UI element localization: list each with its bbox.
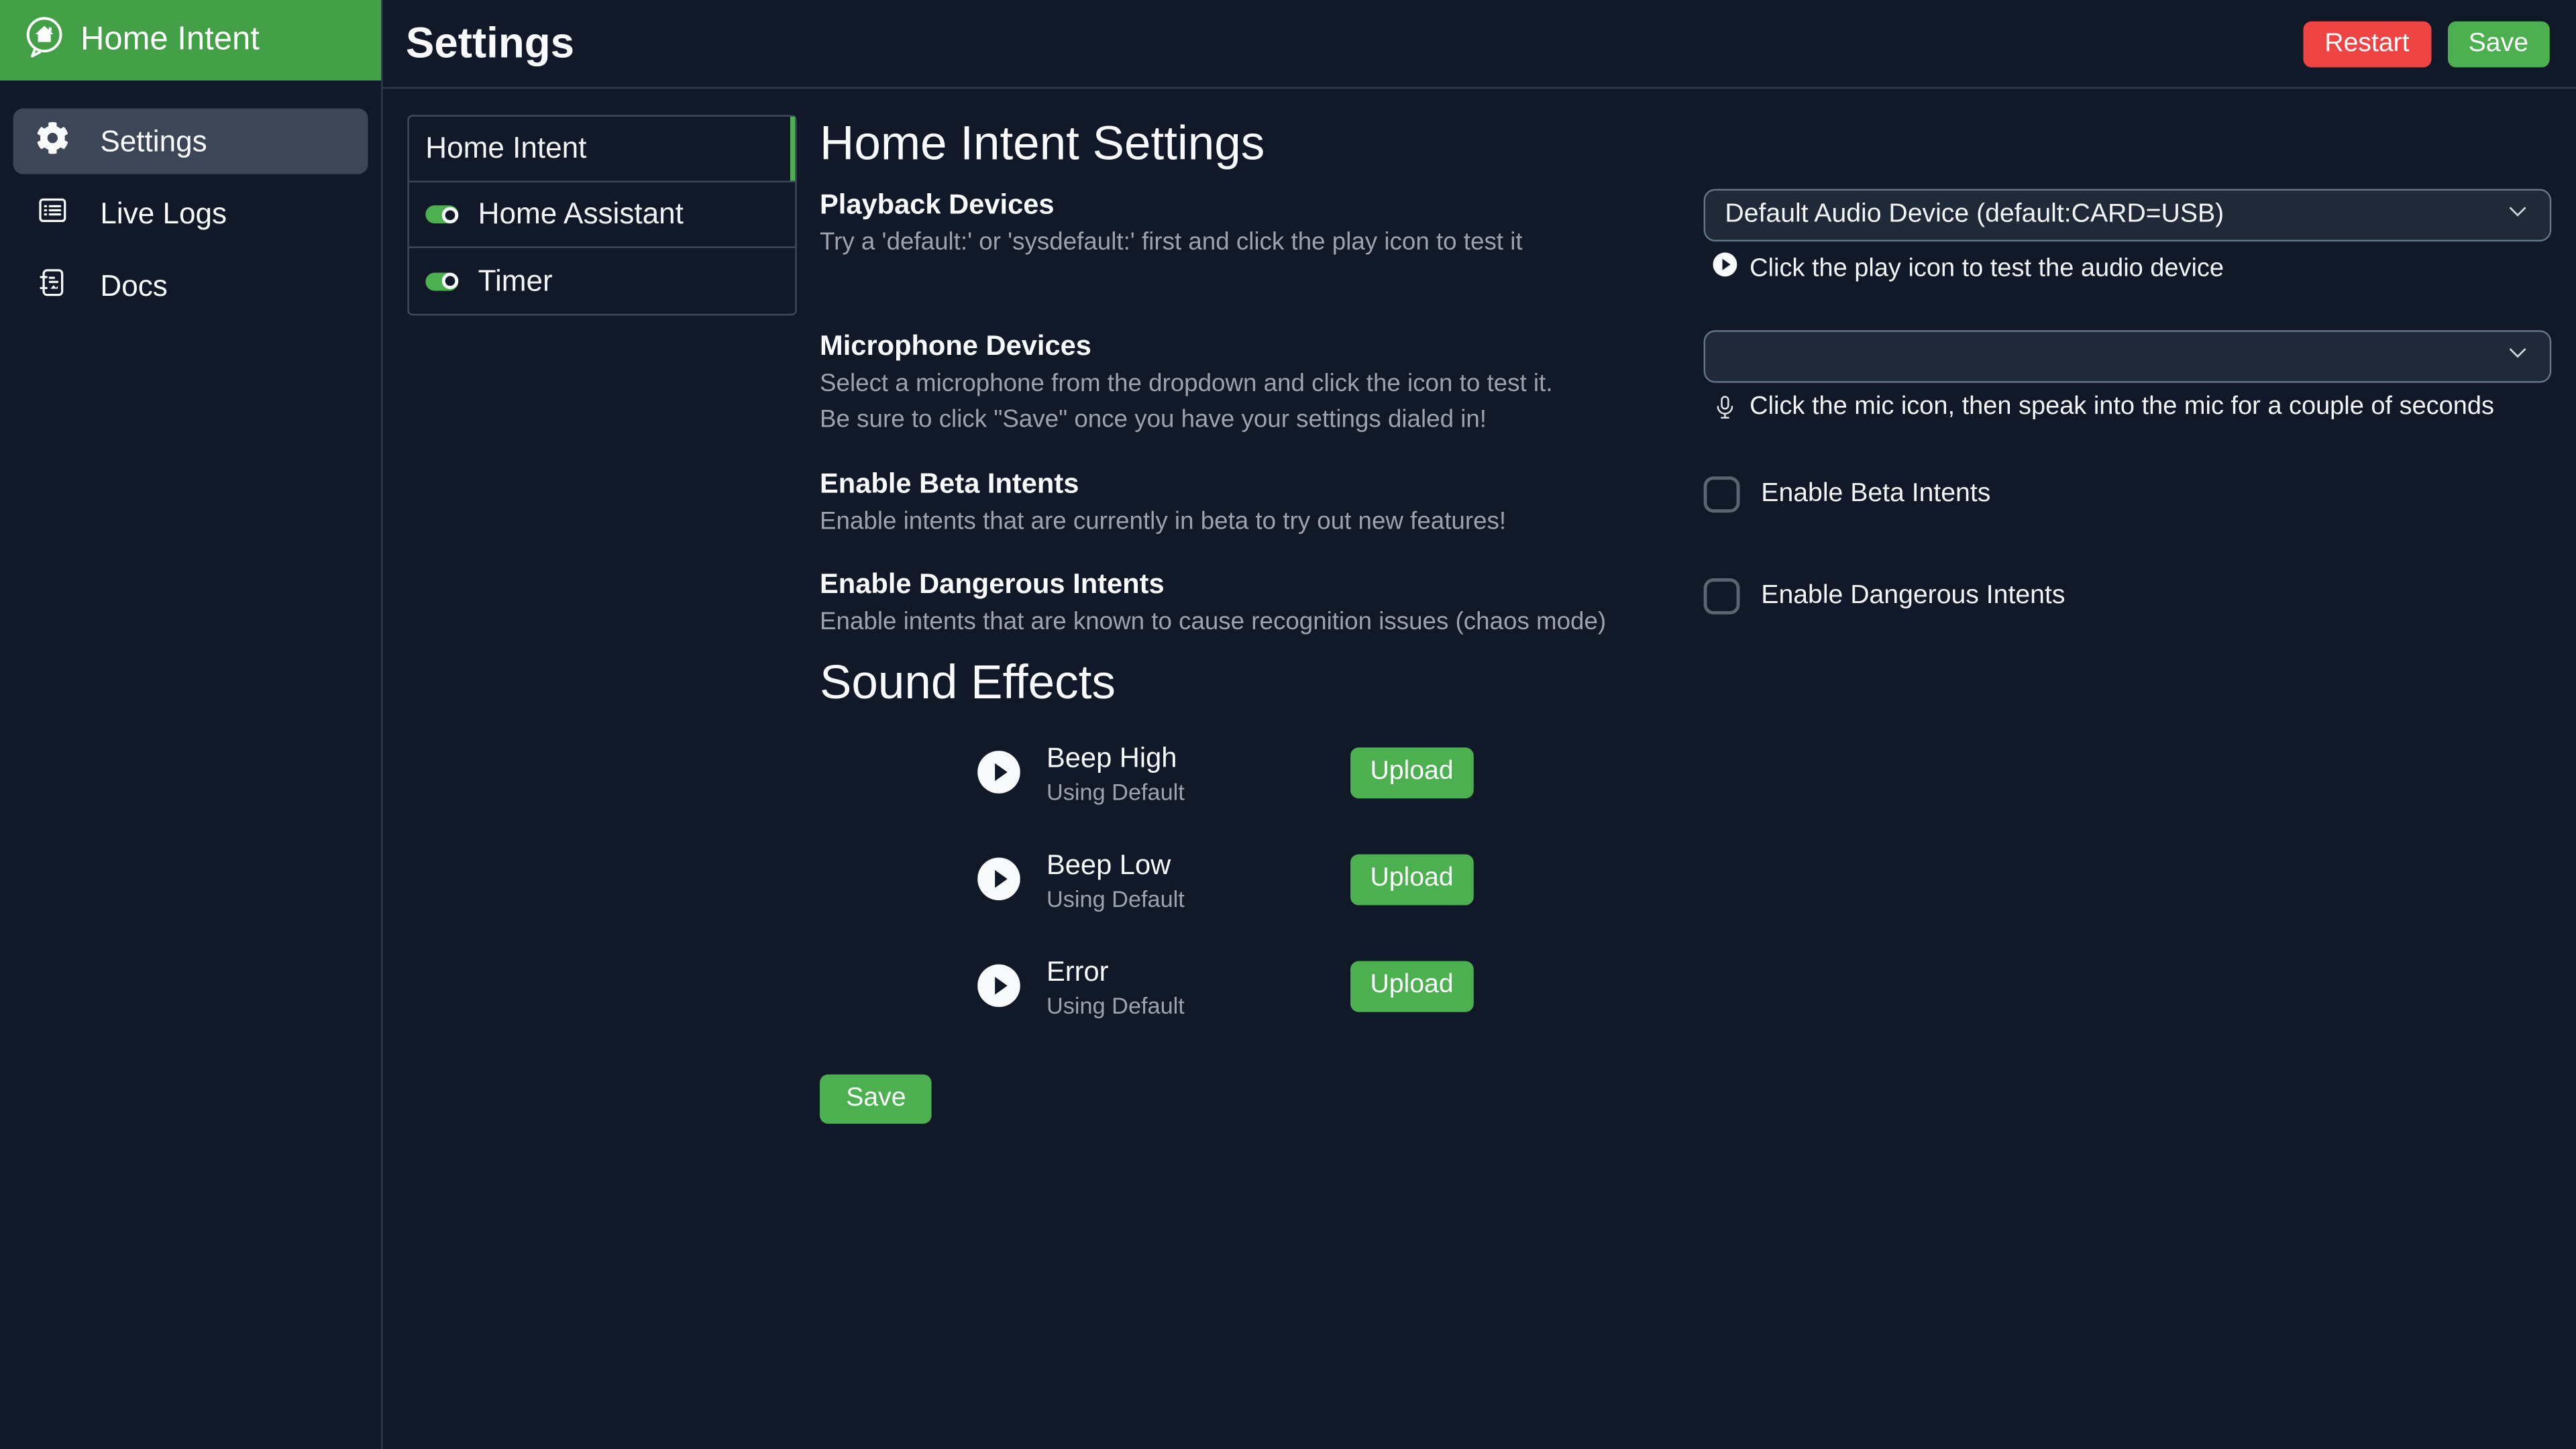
dangerous-intents-check-row: Enable Dangerous Intents: [1704, 578, 2552, 614]
home-intent-logo-icon: [23, 14, 66, 66]
save-button-top[interactable]: Save: [2447, 21, 2550, 67]
brand-title: Home Intent: [80, 21, 260, 59]
sound-name: Beep Low: [1046, 847, 1350, 881]
play-circle-icon[interactable]: [977, 751, 1020, 794]
setting-info: Microphone Devices Select a microphone f…: [820, 330, 1704, 435]
sidebar-item-docs[interactable]: Docs: [13, 253, 368, 319]
checkbox-label: Enable Dangerous Intents: [1761, 582, 2065, 611]
gear-icon: [36, 121, 69, 162]
setting-description: Enable intents that are known to cause r…: [820, 608, 1654, 637]
brand[interactable]: Home Intent: [0, 0, 381, 80]
sidebar: Home Intent Settings Live Logs: [0, 0, 383, 1449]
page-title: Settings: [406, 18, 574, 69]
hint-text: Click the mic icon, then speak into the …: [1750, 392, 2494, 422]
playback-test-hint: Click the play icon to test the audio de…: [1712, 252, 2551, 286]
setting-info: Enable Dangerous Intents Enable intents …: [820, 568, 1704, 637]
sidebar-nav: Settings Live Logs: [0, 80, 381, 319]
setting-description-2: Be sure to click "Save" once you have yo…: [820, 406, 1654, 435]
playback-device-select[interactable]: Default Audio Device (default:CARD=USB): [1704, 189, 2552, 241]
sidebar-item-settings[interactable]: Settings: [13, 109, 368, 174]
setting-control: Enable Beta Intents: [1704, 468, 2552, 513]
intent-nav-label: Home Assistant: [478, 197, 684, 231]
setting-info: Enable Beta Intents Enable intents that …: [820, 468, 1704, 537]
play-circle-icon[interactable]: [977, 857, 1020, 900]
microphone-device-select[interactable]: [1704, 330, 2552, 382]
setting-row-beta-intents: Enable Beta Intents Enable intents that …: [820, 468, 2551, 537]
setting-label: Playback Devices: [820, 189, 1654, 222]
play-circle-icon[interactable]: [1712, 252, 1738, 286]
timer-toggle[interactable]: [425, 272, 458, 290]
setting-label: Enable Dangerous Intents: [820, 568, 1654, 601]
setting-row-playback-devices: Playback Devices Try a 'default:' or 'sy…: [820, 189, 2551, 286]
home-intent-app: Home Intent Settings Live Logs: [0, 0, 2576, 1449]
restart-button[interactable]: Restart: [2303, 21, 2430, 67]
save-button-bottom[interactable]: Save: [820, 1075, 932, 1124]
sidebar-item-label: Docs: [100, 268, 167, 303]
microphone-icon[interactable]: [1712, 394, 1738, 421]
sound-status: Using Default: [1046, 778, 1350, 804]
setting-control: Click the mic icon, then speak into the …: [1704, 330, 2552, 422]
section-heading: Home Intent Settings: [820, 117, 2551, 172]
sound-info: Beep Low Using Default: [1046, 847, 1350, 911]
sidebar-item-label: Live Logs: [100, 197, 227, 231]
setting-info: Playback Devices Try a 'default:' or 'sy…: [820, 189, 1704, 258]
intent-nav-label: Timer: [478, 264, 553, 298]
sound-effects-heading: Sound Effects: [820, 655, 2551, 711]
setting-description: Try a 'default:' or 'sysdefault:' first …: [820, 228, 1654, 258]
toggle-knob: [442, 273, 458, 289]
intent-nav-item-timer[interactable]: Timer: [409, 248, 796, 314]
setting-control: Enable Dangerous Intents: [1704, 568, 2552, 614]
sidebar-item-label: Settings: [100, 124, 207, 158]
upload-button-beep-low[interactable]: Upload: [1350, 853, 1473, 904]
toggle-knob: [442, 206, 458, 222]
home-assistant-toggle[interactable]: [425, 205, 458, 223]
intent-nav-panel: Home Intent Home Assistant Timer: [407, 115, 796, 315]
sound-name: Error: [1046, 954, 1350, 988]
upload-button-beep-high[interactable]: Upload: [1350, 747, 1473, 798]
setting-description: Enable intents that are currently in bet…: [820, 508, 1654, 537]
select-value: Default Audio Device (default:CARD=USB): [1725, 201, 2224, 230]
sound-info: Error Using Default: [1046, 954, 1350, 1018]
settings-main: Home Intent Settings Playback Devices Tr…: [820, 89, 2551, 1124]
intent-nav-item-home-assistant[interactable]: Home Assistant: [409, 182, 796, 248]
setting-label: Enable Beta Intents: [820, 468, 1654, 501]
sound-row-error: Error Using Default Upload: [820, 948, 2551, 1024]
sound-status: Using Default: [1046, 991, 1350, 1018]
notebook-icon: [36, 266, 69, 307]
setting-row-dangerous-intents: Enable Dangerous Intents Enable intents …: [820, 568, 2551, 637]
intent-nav-item-home-intent[interactable]: Home Intent: [409, 117, 796, 182]
list-icon: [36, 193, 69, 234]
checkbox-label: Enable Beta Intents: [1761, 480, 1990, 509]
play-circle-icon[interactable]: [977, 965, 1020, 1008]
intent-nav-label: Home Intent: [425, 131, 586, 166]
sound-status: Using Default: [1046, 885, 1350, 911]
sound-row-beep-low: Beep Low Using Default Upload: [820, 841, 2551, 917]
beta-intents-check-row: Enable Beta Intents: [1704, 476, 2552, 513]
sound-row-beep-high: Beep High Using Default Upload: [820, 735, 2551, 810]
setting-row-microphone-devices: Microphone Devices Select a microphone f…: [820, 330, 2551, 435]
beta-intents-checkbox[interactable]: [1704, 476, 1740, 513]
setting-label: Microphone Devices: [820, 330, 1654, 363]
mic-test-hint: Click the mic icon, then speak into the …: [1712, 392, 2551, 422]
sidebar-item-live-logs[interactable]: Live Logs: [13, 180, 368, 246]
setting-control: Default Audio Device (default:CARD=USB) …: [1704, 189, 2552, 286]
upload-button-error[interactable]: Upload: [1350, 960, 1473, 1011]
chevron-down-icon: [2506, 340, 2530, 373]
topbar-actions: Restart Save: [2303, 21, 2549, 67]
dangerous-intents-checkbox[interactable]: [1704, 578, 1740, 614]
sound-name: Beep High: [1046, 740, 1350, 774]
topbar: Settings Restart Save: [383, 0, 2576, 89]
hint-text: Click the play icon to test the audio de…: [1750, 254, 2224, 283]
chevron-down-icon: [2506, 199, 2530, 231]
setting-description: Select a microphone from the dropdown an…: [820, 370, 1654, 399]
sound-info: Beep High Using Default: [1046, 740, 1350, 804]
